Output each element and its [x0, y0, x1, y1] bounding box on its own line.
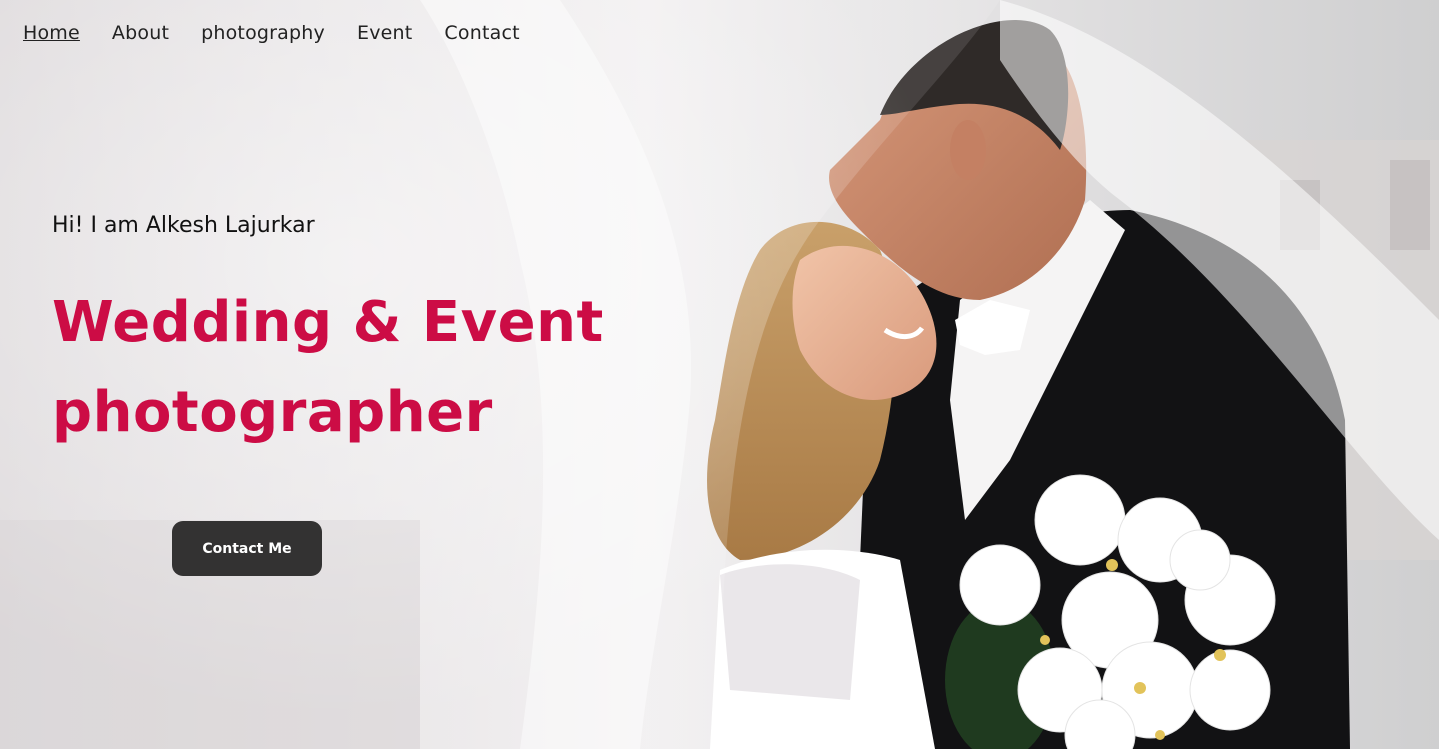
hero-section: Home About photography Event Contact Hi!…	[0, 0, 1439, 749]
hero-headline: Wedding & Event photographer	[52, 278, 652, 458]
headline-line-1: Wedding & Event	[52, 290, 604, 355]
nav-link-event[interactable]: Event	[357, 20, 412, 46]
nav-link-home[interactable]: Home	[23, 20, 80, 46]
nav-link-contact[interactable]: Contact	[444, 20, 519, 46]
hero-intro-text: Hi! I am Alkesh Lajurkar	[52, 213, 315, 238]
headline-line-2: photographer	[52, 380, 493, 445]
nav-link-photography[interactable]: photography	[201, 20, 325, 46]
nav-link-about[interactable]: About	[112, 20, 169, 46]
contact-me-button[interactable]: Contact Me	[172, 521, 322, 576]
main-navigation: Home About photography Event Contact	[23, 20, 552, 46]
